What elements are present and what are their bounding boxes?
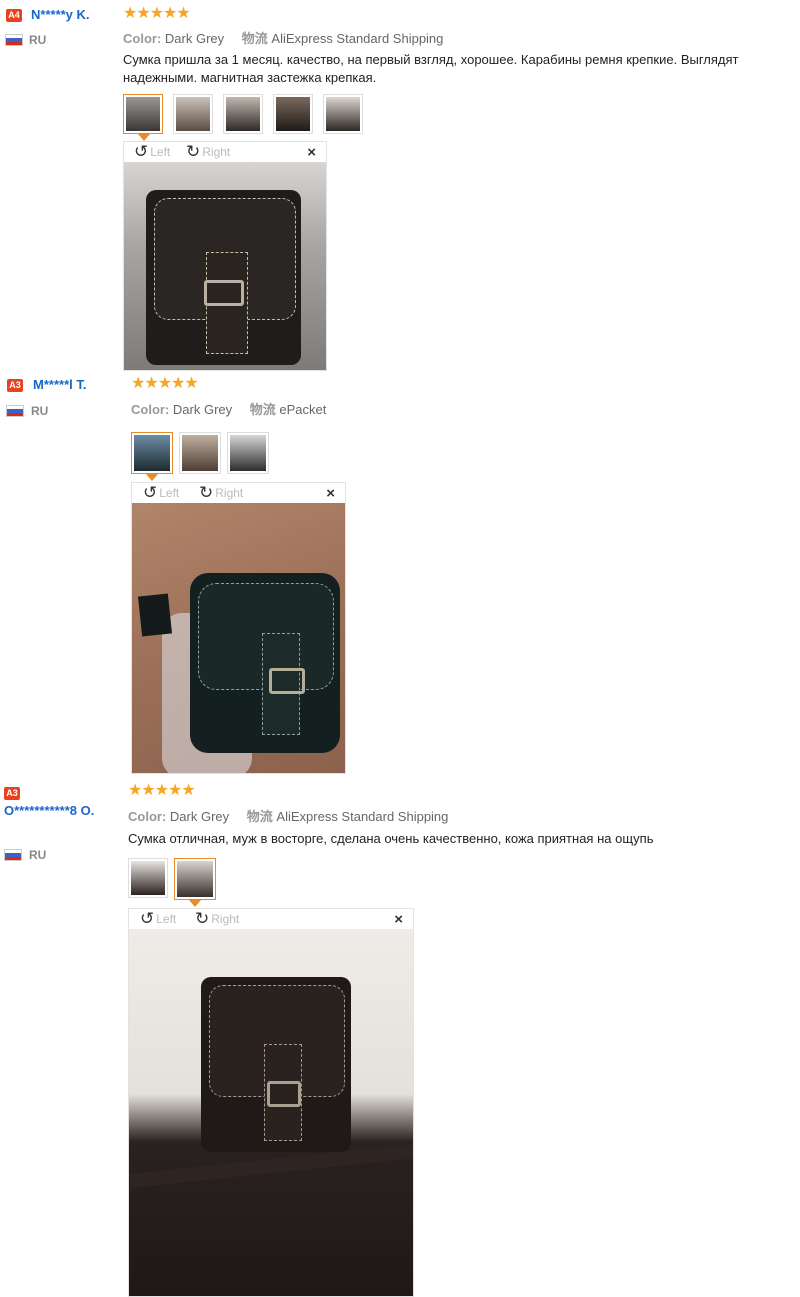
buyer-country: RU bbox=[29, 33, 47, 47]
photo-viewer: ↺ Left ↻ Right × bbox=[128, 908, 414, 1297]
rotate-right-icon: ↻ bbox=[195, 909, 210, 928]
flag-icon bbox=[4, 849, 22, 861]
color-value: Dark Grey bbox=[164, 31, 225, 46]
rotate-left-icon: ↺ bbox=[143, 483, 158, 502]
rotate-right-label: Right bbox=[202, 144, 231, 159]
buyer-name[interactable]: M*****l T. bbox=[33, 376, 86, 393]
flag-icon bbox=[6, 405, 24, 417]
close-icon[interactable]: × bbox=[326, 485, 335, 502]
buyer-name[interactable]: N*****y K. bbox=[31, 6, 90, 23]
shipping-label: 物流 bbox=[246, 809, 273, 824]
star-rating: ★★★★★ bbox=[128, 782, 196, 799]
photo-thumbnail[interactable] bbox=[128, 858, 168, 898]
color-value: Dark Grey bbox=[169, 809, 230, 824]
review-text: Сумка пришла за 1 месяц. качество, на пе… bbox=[123, 52, 739, 85]
rotate-right-icon: ↻ bbox=[199, 483, 214, 502]
shipping-value: AliExpress Standard Shipping bbox=[271, 31, 444, 46]
photo-viewer: ↺ Left ↻ Right × bbox=[131, 482, 346, 774]
review-1: A4 N*****y K. RU ★★★★★ Color: Dark Grey … bbox=[0, 0, 800, 372]
shipping-value: AliExpress Standard Shipping bbox=[276, 809, 449, 824]
review-photo[interactable] bbox=[132, 503, 345, 773]
buyer-country: RU bbox=[31, 404, 49, 418]
photo-thumbnails bbox=[131, 432, 269, 481]
photo-thumbnail[interactable] bbox=[223, 94, 263, 134]
photo-viewer: ↺ Left ↻ Right × bbox=[123, 141, 327, 371]
rotate-left-icon: ↺ bbox=[140, 909, 155, 928]
order-info: Color: Dark Grey 物流 AliExpress Standard … bbox=[123, 28, 443, 47]
buckle bbox=[267, 1081, 301, 1107]
rotate-right-button[interactable]: ↻ Right bbox=[186, 143, 230, 160]
photo-thumbnail[interactable] bbox=[179, 432, 221, 474]
viewer-toolbar: ↺ Left ↻ Right × bbox=[132, 483, 345, 503]
rotate-left-label: Left bbox=[150, 144, 171, 159]
rotate-right-button[interactable]: ↻ Right bbox=[195, 910, 239, 927]
photo-thumbnail[interactable] bbox=[323, 94, 363, 134]
close-icon[interactable]: × bbox=[307, 144, 316, 161]
photo-thumbnail[interactable] bbox=[173, 94, 213, 134]
leather-tag bbox=[137, 593, 173, 637]
buyer-level-badge: A3 bbox=[7, 379, 23, 392]
color-value: Dark Grey bbox=[172, 402, 233, 417]
buckle bbox=[269, 668, 305, 694]
photo-thumbnails bbox=[123, 94, 363, 141]
shipping-label: 物流 bbox=[249, 402, 276, 417]
buyer-level-badge: A3 bbox=[4, 787, 20, 800]
review-photo[interactable] bbox=[124, 162, 326, 370]
viewer-toolbar: ↺ Left ↻ Right × bbox=[124, 142, 326, 162]
color-label: Color: bbox=[131, 402, 170, 417]
rotate-left-button[interactable]: ↺ Left bbox=[140, 910, 176, 927]
photo-thumbnail[interactable] bbox=[273, 94, 313, 134]
review-2: A3 M*****l T. RU ★★★★★ Color: Dark Grey … bbox=[0, 372, 800, 777]
rotate-right-icon: ↻ bbox=[186, 142, 201, 161]
review-text: Сумка отличная, муж в восторге, сделана … bbox=[128, 831, 654, 846]
shipping-value: ePacket bbox=[279, 402, 327, 417]
shipping-label: 物流 bbox=[241, 31, 268, 46]
rotate-left-button[interactable]: ↺ Left bbox=[134, 143, 170, 160]
flag-icon bbox=[5, 34, 23, 46]
photo-thumbnails bbox=[128, 858, 216, 907]
photo-thumbnail[interactable] bbox=[123, 94, 163, 141]
rotate-left-label: Left bbox=[156, 911, 177, 926]
rotate-right-label: Right bbox=[211, 911, 240, 926]
review-3: A3 O***********8 O. RU ★★★★★ Color: Dark… bbox=[0, 777, 800, 1297]
rotate-left-icon: ↺ bbox=[134, 142, 149, 161]
photo-thumbnail[interactable] bbox=[131, 432, 173, 481]
order-info: Color: Dark Grey 物流 ePacket bbox=[131, 399, 326, 418]
color-label: Color: bbox=[123, 31, 162, 46]
order-info: Color: Dark Grey 物流 AliExpress Standard … bbox=[128, 806, 448, 825]
buyer-level-badge: A4 bbox=[6, 9, 22, 22]
photo-thumbnail[interactable] bbox=[227, 432, 269, 474]
buyer-name[interactable]: O***********8 O. bbox=[4, 802, 122, 819]
buckle bbox=[204, 280, 244, 306]
rotate-right-label: Right bbox=[215, 485, 244, 500]
rotate-left-label: Left bbox=[159, 485, 180, 500]
viewer-toolbar: ↺ Left ↻ Right × bbox=[129, 909, 413, 929]
rotate-left-button[interactable]: ↺ Left bbox=[143, 484, 179, 501]
star-rating: ★★★★★ bbox=[131, 375, 199, 392]
star-rating: ★★★★★ bbox=[123, 5, 191, 22]
close-icon[interactable]: × bbox=[394, 911, 403, 928]
color-label: Color: bbox=[128, 809, 167, 824]
review-photo[interactable] bbox=[129, 929, 413, 1296]
rotate-right-button[interactable]: ↻ Right bbox=[199, 484, 243, 501]
photo-thumbnail[interactable] bbox=[174, 858, 216, 907]
buyer-country: RU bbox=[29, 848, 47, 862]
